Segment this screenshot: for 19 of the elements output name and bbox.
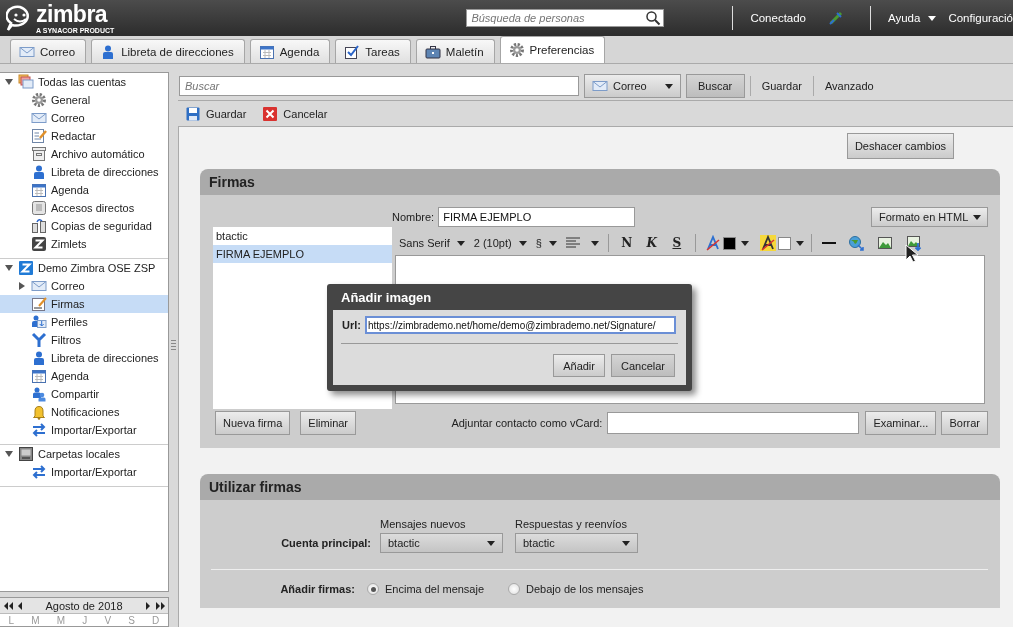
column-label: Respuestas y reenvíos <box>515 518 628 530</box>
logo-wordmark: zimbra <box>36 2 109 26</box>
connection-status: Conectado <box>750 12 806 24</box>
panel-title: Firmas <box>200 169 1000 195</box>
weekday-label: S <box>128 615 135 626</box>
weekday-label: V <box>104 615 112 626</box>
weekday-label: L <box>8 615 15 626</box>
url-label: Url: <box>342 319 361 331</box>
weekday-label: J <box>82 615 88 626</box>
column-label: Mensajes nuevos <box>380 518 467 530</box>
placement-label: Añadir firmas: <box>279 583 356 595</box>
weekday-label: M <box>56 615 66 626</box>
dialog-title: Añadir imagen <box>340 288 433 307</box>
weekday-label: D <box>152 615 160 626</box>
panel-title: Utilizar firmas <box>200 474 1000 500</box>
account-label: Cuenta principal: <box>280 537 372 549</box>
weekday-label: M <box>31 615 40 626</box>
name-label: Nombre: <box>392 211 435 223</box>
vcard-label: Adjuntar contacto como vCard: <box>451 417 603 429</box>
